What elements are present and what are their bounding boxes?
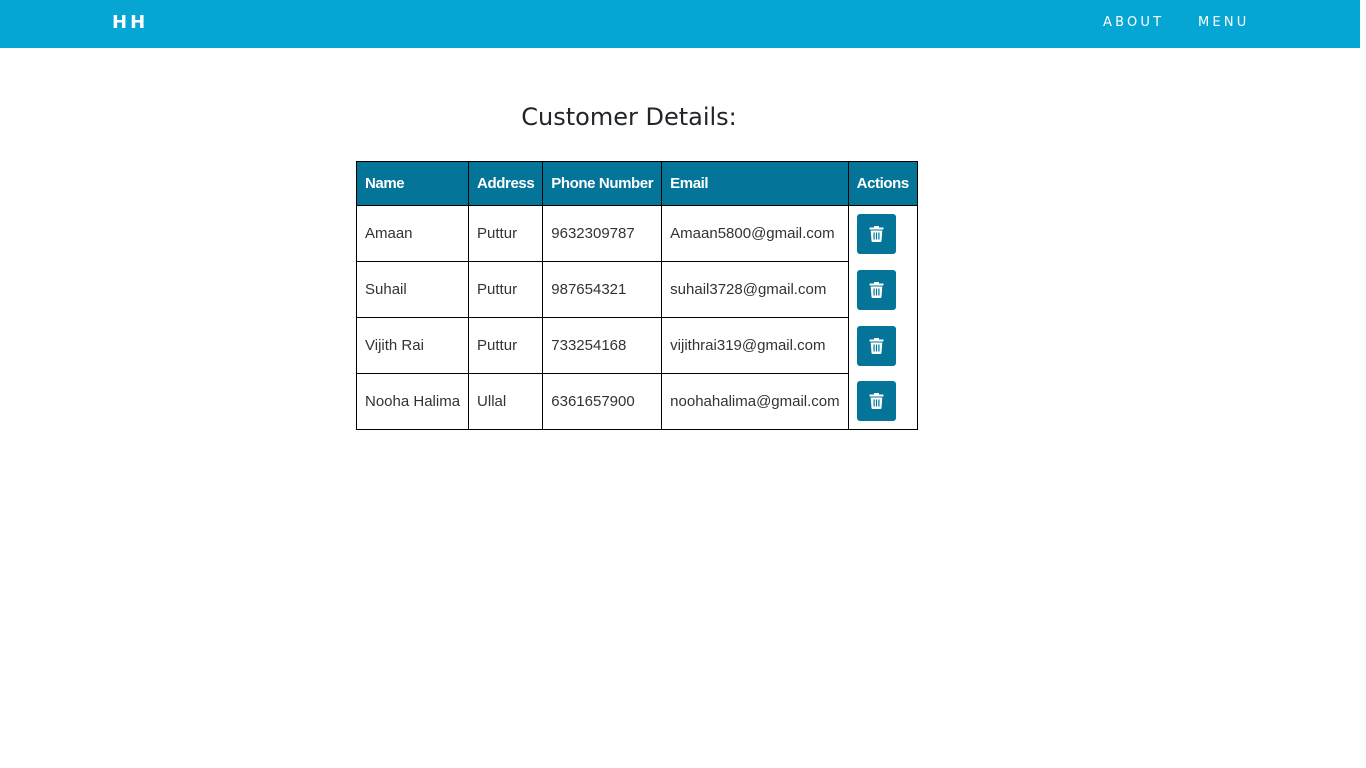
nav-link-about[interactable]: ABOUT [1103,15,1164,31]
delete-button[interactable] [856,213,896,254]
cell-phone: 9632309787 [542,205,663,262]
cell-email: Amaan5800@gmail.com [661,205,849,262]
cell-name: Nooha Halima [355,373,470,430]
column-header-email: Email [661,161,849,206]
table-row: Amaan Puttur 9632309787 Amaan5800@gmail.… [355,205,918,262]
cell-email: vijithrai319@gmail.com [661,317,849,374]
column-header-actions: Actions [847,161,918,206]
delete-button[interactable] [856,269,896,310]
table-body: Amaan Puttur 9632309787 Amaan5800@gmail.… [355,205,918,430]
cell-address: Puttur [468,317,544,374]
table-row: Vijith Rai Puttur 733254168 vijithrai319… [355,317,918,374]
trash-icon [869,225,884,242]
page-title: Customer Details: [521,103,737,131]
trash-icon [869,337,884,354]
cell-phone: 987654321 [542,261,663,318]
cell-name: Suhail [355,261,470,318]
brand-logo[interactable]: HH [112,12,148,34]
cell-address: Puttur [468,205,544,262]
table-row: Nooha Halima Ullal 6361657900 noohahalim… [355,373,918,430]
trash-icon [869,281,884,298]
navbar: HH ABOUT MENU [0,0,1360,48]
cell-actions [847,317,918,374]
cell-address: Puttur [468,261,544,318]
table-row: Suhail Puttur 987654321 suhail3728@gmail… [355,261,918,318]
trash-icon [869,393,884,410]
customer-table: Name Address Phone Number Email Actions … [355,161,918,430]
cell-email: noohahalima@gmail.com [661,373,849,430]
table-header-row: Name Address Phone Number Email Actions [355,161,918,206]
column-header-name: Name [355,161,470,206]
cell-phone: 6361657900 [542,373,663,430]
table-header: Name Address Phone Number Email Actions [355,161,918,206]
nav-link-menu[interactable]: MENU [1198,15,1249,31]
cell-name: Vijith Rai [355,317,470,374]
column-header-address: Address [468,161,544,206]
cell-address: Ullal [468,373,544,430]
cell-name: Amaan [355,205,470,262]
cell-email: suhail3728@gmail.com [661,261,849,318]
delete-button[interactable] [856,325,896,366]
column-header-phone: Phone Number [542,161,663,206]
cell-phone: 733254168 [542,317,663,374]
delete-button[interactable] [856,381,896,422]
cell-actions [847,261,918,318]
cell-actions [847,373,918,430]
cell-actions [847,205,918,262]
